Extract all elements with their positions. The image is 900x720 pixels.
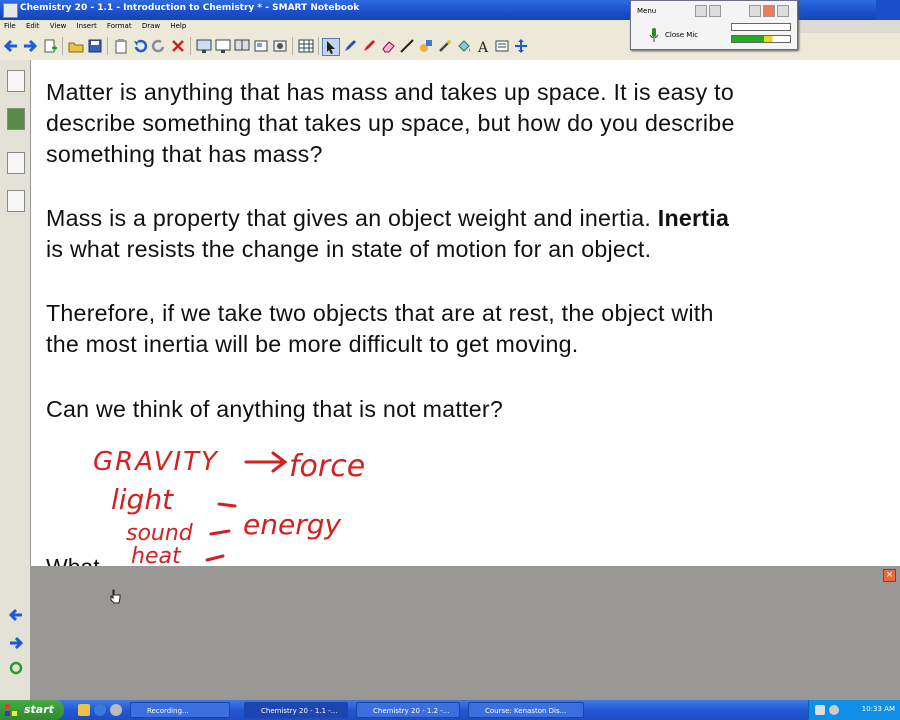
arrow-gravity-to-force: [244, 451, 288, 473]
open-folder-icon[interactable]: [68, 38, 84, 54]
menu-insert[interactable]: Insert: [77, 22, 97, 30]
table-icon[interactable]: [298, 38, 314, 54]
delete-icon[interactable]: [170, 38, 186, 54]
hand-cursor-icon: [110, 589, 121, 604]
tray-network-icon[interactable]: [815, 705, 825, 715]
dash-light: [217, 502, 237, 508]
move-toolbar-icon[interactable]: [513, 38, 529, 54]
attachments-tab[interactable]: [7, 152, 25, 174]
task-chemistry-1-2[interactable]: Chemistry 20 - 1.2 -...: [356, 702, 460, 718]
page-sorter-tab[interactable]: [7, 70, 25, 92]
taskbar: start Recording... Chemistry 20 - 1.1 -.…: [0, 700, 900, 720]
menu-draw[interactable]: Draw: [142, 22, 160, 30]
full-screen-icon[interactable]: [215, 38, 231, 54]
windows-logo-icon: [5, 704, 17, 716]
handwriting-gravity: GRAVITY: [93, 447, 219, 477]
line-icon[interactable]: [399, 38, 415, 54]
side-tabs: [0, 60, 31, 700]
back-arrow-icon[interactable]: [3, 38, 19, 54]
properties-icon[interactable]: [494, 38, 510, 54]
menu-edit[interactable]: Edit: [26, 22, 40, 30]
recorder-settings-button[interactable]: [777, 5, 789, 17]
handwriting-heat: heat: [131, 544, 182, 566]
smart-notebook-app-icon: [3, 3, 18, 18]
left-arrow-icon[interactable]: [8, 608, 24, 622]
fill-icon[interactable]: [456, 38, 472, 54]
input-level-meter: [731, 23, 791, 31]
eraser-icon[interactable]: [380, 38, 396, 54]
paste-icon[interactable]: [113, 38, 129, 54]
notebook-page[interactable]: Matter is anything that has mass and tak…: [31, 60, 900, 566]
menu-help[interactable]: Help: [170, 22, 186, 30]
svg-text:A: A: [477, 40, 489, 54]
select-pointer-icon[interactable]: [322, 38, 340, 56]
clock: 10:33 AM: [861, 705, 895, 713]
handwriting-force: force: [289, 449, 365, 484]
close-panel-button[interactable]: ×: [883, 569, 896, 582]
system-tray: 10:33 AM: [808, 700, 900, 720]
quick-launch-explorer-icon[interactable]: [78, 704, 90, 716]
undo-icon[interactable]: [132, 38, 148, 54]
handwriting-sound: sound: [126, 521, 194, 546]
stop-button[interactable]: [749, 5, 761, 17]
save-icon[interactable]: [87, 38, 103, 54]
close-mic-button[interactable]: Close Mic: [665, 31, 698, 39]
forward-arrow-icon[interactable]: [22, 38, 38, 54]
empty-workspace: [31, 566, 900, 700]
task-course-kenaston[interactable]: Course: Kenaston Dis...: [468, 702, 584, 718]
capture-icon[interactable]: [253, 38, 269, 54]
gallery-tab[interactable]: [7, 108, 25, 130]
record-button[interactable]: [695, 5, 707, 17]
pen-icon[interactable]: [342, 38, 358, 54]
menu-view[interactable]: View: [50, 22, 67, 30]
pause-button[interactable]: [709, 5, 721, 17]
shapes-icon[interactable]: [418, 38, 434, 54]
handwriting-energy: energy: [243, 508, 341, 541]
redo-icon[interactable]: [151, 38, 167, 54]
menu-format[interactable]: Format: [107, 22, 132, 30]
quick-launch-media-icon[interactable]: [110, 704, 122, 716]
output-level-meter: [731, 35, 791, 43]
menu-bar: File Edit View Insert Format Draw Help: [0, 20, 630, 33]
dual-page-icon[interactable]: [234, 38, 250, 54]
menu-file[interactable]: File: [4, 22, 16, 30]
dash-sound: [209, 529, 231, 536]
microphone-icon: [649, 28, 659, 42]
right-arrow-icon[interactable]: [8, 636, 24, 650]
tray-volume-icon[interactable]: [829, 705, 839, 715]
quick-launch-browser-icon[interactable]: [94, 704, 106, 716]
dash-heat: [205, 554, 225, 562]
recorder-widget: Menu Close Mic: [630, 0, 798, 50]
add-page-icon[interactable]: [42, 38, 58, 54]
task-chemistry-1-1[interactable]: Chemistry 20 - 1.1 -...: [244, 702, 348, 718]
screen-shade-icon[interactable]: [196, 38, 212, 54]
window-controls[interactable]: [876, 0, 900, 20]
handwritten-annotations[interactable]: GRAVITY force light sound energy heat: [31, 60, 900, 566]
refresh-icon[interactable]: [8, 660, 24, 676]
task-recording[interactable]: Recording...: [130, 702, 230, 718]
close-recording-button[interactable]: [763, 5, 775, 17]
creative-pen-icon[interactable]: [361, 38, 377, 54]
window-title: Chemistry 20 - 1.1 - Introduction to Che…: [20, 3, 360, 13]
properties-tab[interactable]: [7, 190, 25, 212]
document-camera-icon[interactable]: [272, 38, 288, 54]
text-icon[interactable]: A: [475, 38, 491, 54]
recorder-menu-label[interactable]: Menu: [637, 7, 656, 15]
handwriting-light: light: [111, 483, 174, 516]
magic-pen-icon[interactable]: [437, 38, 453, 54]
